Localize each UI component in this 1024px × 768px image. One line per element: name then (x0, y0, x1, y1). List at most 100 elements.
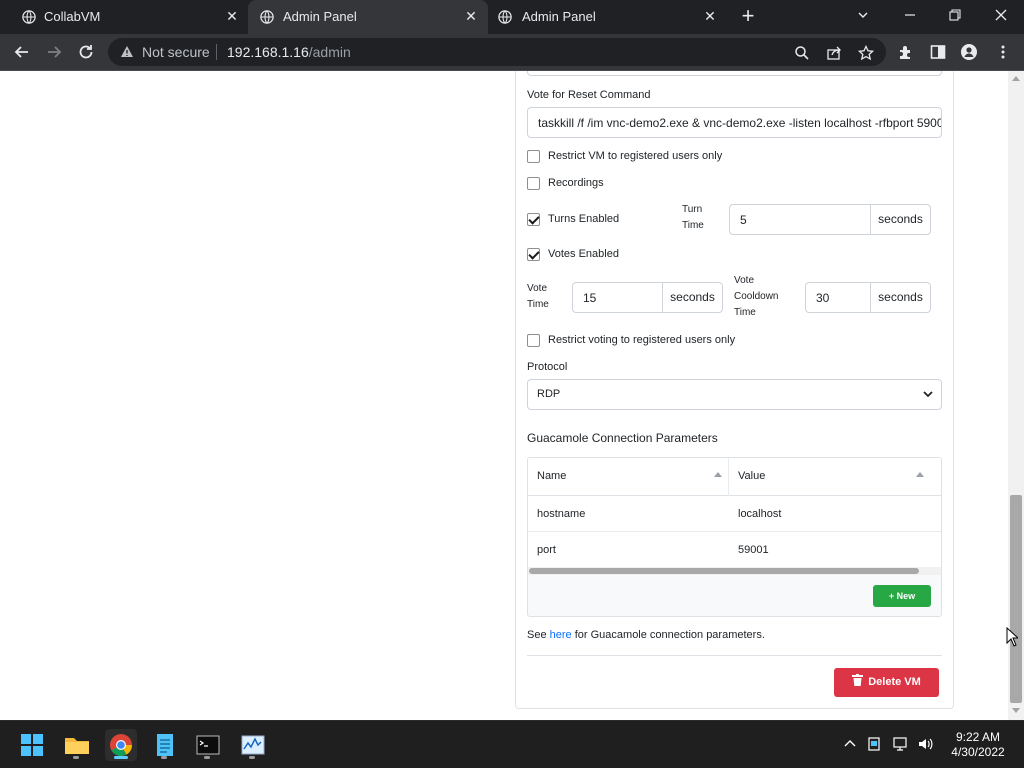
reset-command-label: Vote for Reset Command (527, 89, 651, 101)
network-icon[interactable] (892, 735, 910, 753)
chevron-down-icon (923, 391, 933, 398)
guacamole-help-text: See here for Guacamole connection parame… (527, 629, 765, 641)
column-header-value[interactable]: Value (738, 470, 765, 482)
new-parameter-button[interactable]: + New (873, 585, 931, 607)
tab-admin-panel[interactable]: Admin Panel ✕ (488, 0, 728, 34)
trash-icon (852, 674, 864, 686)
protocol-selected-value: RDP (537, 388, 561, 400)
zoom-search-icon[interactable] (794, 45, 810, 61)
url-text[interactable]: 192.168.1.16/admin (227, 44, 351, 60)
windows-logo-icon (21, 734, 43, 756)
previous-input-bottom (527, 71, 942, 76)
address-separator (216, 44, 217, 60)
reset-command-input[interactable]: taskkill /f /im vnc-demo2.exe & vnc-demo… (527, 107, 942, 138)
vote-time-label: Vote Time (527, 281, 549, 313)
grid-horizontal-scrollbar[interactable] (528, 567, 941, 575)
close-tab-icon[interactable]: ✕ (225, 9, 239, 23)
turns-enabled-label: Turns Enabled (548, 213, 620, 225)
volume-icon[interactable] (917, 735, 935, 753)
minimize-button[interactable] (900, 6, 920, 26)
column-separator (728, 458, 729, 496)
globe-icon (498, 10, 512, 24)
turns-enabled-checkbox[interactable] (527, 213, 540, 226)
turn-time-label: Turn Time (682, 202, 704, 234)
close-tab-icon[interactable]: ✕ (703, 9, 717, 23)
terminal-button[interactable] (192, 729, 224, 761)
bookmark-star-icon[interactable] (858, 45, 874, 61)
help-link[interactable]: here (550, 629, 572, 641)
scroll-up-arrow-icon[interactable] (1012, 76, 1020, 81)
footer-divider (527, 655, 942, 656)
forward-arrow-icon[interactable] (44, 42, 64, 62)
clock-date: 4/30/2022 (951, 745, 1005, 759)
chrome-button[interactable] (105, 729, 137, 761)
page-scroll-thumb[interactable] (1010, 495, 1022, 703)
vote-time-label-line2: Time (527, 299, 549, 310)
back-arrow-icon[interactable] (12, 42, 32, 62)
url-path: /admin (308, 44, 351, 60)
protocol-select[interactable]: RDP (527, 379, 942, 410)
row-name-cell[interactable]: port (537, 544, 556, 556)
guacamole-params-title: Guacamole Connection Parameters (527, 431, 718, 445)
menu-kebab-icon[interactable] (995, 44, 1011, 60)
turn-time-input[interactable]: 5 (729, 204, 871, 235)
url-host: 192.168.1.16 (227, 44, 309, 60)
share-icon[interactable] (826, 45, 842, 61)
tab-title: Admin Panel (522, 9, 596, 24)
side-panel-icon[interactable] (930, 44, 946, 60)
delete-vm-button[interactable]: Delete VM (834, 668, 939, 697)
address-bar[interactable]: Not secure 192.168.1.16/admin (108, 38, 886, 66)
recordings-checkbox[interactable] (527, 177, 540, 190)
active-indicator (114, 756, 128, 759)
restore-button[interactable] (945, 6, 965, 26)
column-header-name[interactable]: Name (537, 470, 566, 482)
row-value-cell[interactable]: 59001 (738, 544, 769, 556)
table-row[interactable]: hostname localhost (528, 496, 941, 532)
security-label[interactable]: Not secure (142, 44, 210, 60)
system-clock[interactable]: 9:22 AM 4/30/2022 (943, 730, 1013, 760)
sort-up-icon[interactable] (916, 472, 924, 477)
grid-scroll-thumb[interactable] (529, 568, 919, 574)
vote-time-input[interactable]: 15 (572, 282, 663, 313)
close-tab-icon[interactable]: ✕ (464, 9, 478, 23)
reload-icon[interactable] (76, 42, 96, 62)
restrict-voting-checkbox[interactable] (527, 334, 540, 347)
tab-collabvm[interactable]: CollabVM ✕ (0, 0, 248, 34)
votes-enabled-checkbox[interactable] (527, 248, 540, 261)
chevron-up-icon[interactable] (841, 735, 859, 753)
start-menu-button[interactable] (16, 729, 48, 761)
tab-search-chevron-icon[interactable] (853, 6, 873, 26)
turn-time-label-line2: Time (682, 220, 704, 231)
protocol-label: Protocol (527, 361, 568, 373)
running-indicator (249, 756, 255, 759)
tab-admin-panel-active[interactable]: Admin Panel ✕ (248, 0, 488, 34)
vote-cooldown-input[interactable]: 30 (805, 282, 871, 313)
warning-triangle-icon[interactable] (120, 45, 134, 59)
globe-icon (260, 10, 274, 24)
sort-up-icon[interactable] (714, 472, 722, 477)
recordings-label: Recordings (548, 177, 604, 189)
running-indicator (73, 756, 79, 759)
vote-time-label-line1: Vote (527, 283, 548, 294)
vote-cooldown-label-line1: Vote (734, 275, 755, 286)
tab-title: CollabVM (44, 9, 101, 24)
file-explorer-button[interactable] (61, 729, 93, 761)
new-button-label: New (896, 591, 916, 601)
row-value-cell[interactable]: localhost (738, 508, 781, 520)
grid-header: Name Value (528, 458, 941, 496)
extensions-puzzle-icon[interactable] (898, 44, 914, 60)
usb-device-icon[interactable] (865, 735, 883, 753)
close-window-button[interactable] (991, 6, 1011, 26)
turn-time-label-line1: Turn (682, 204, 703, 215)
scroll-down-arrow-icon[interactable] (1012, 708, 1020, 713)
notepad-button[interactable] (149, 729, 181, 761)
task-manager-button[interactable] (237, 729, 269, 761)
row-name-cell[interactable]: hostname (537, 508, 585, 520)
table-row[interactable]: port 59001 (528, 532, 941, 568)
restrict-vm-checkbox[interactable] (527, 150, 540, 163)
new-tab-button[interactable]: + (738, 5, 758, 27)
profile-avatar-icon[interactable] (961, 44, 977, 60)
running-indicator (161, 756, 167, 759)
page-vertical-scrollbar[interactable] (1008, 71, 1024, 720)
vote-cooldown-label: Vote Cooldown Time (734, 273, 778, 321)
